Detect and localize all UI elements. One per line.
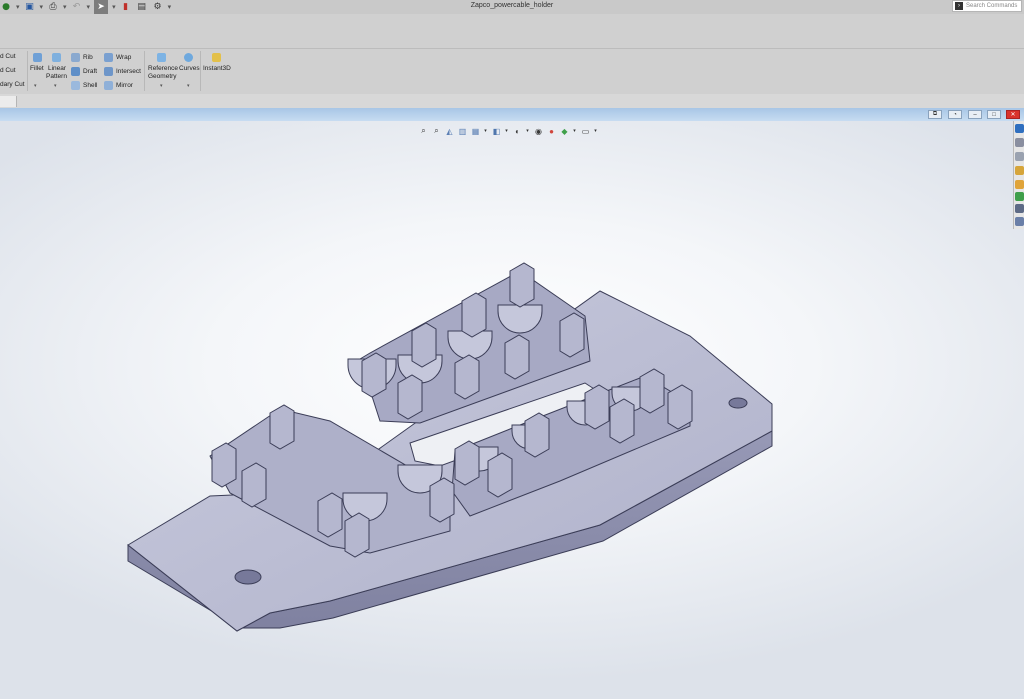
cable-finger [269, 404, 295, 450]
linear-pattern-dropdown-icon[interactable]: ▾ [54, 83, 57, 89]
features-ribbon: d Cut d Cut dary Cut Fillet ▾ Linear Pat… [0, 49, 1024, 95]
search-placeholder: Search Commands [966, 3, 1018, 9]
intersect-icon[interactable] [104, 67, 113, 76]
draft-icon[interactable] [71, 67, 80, 76]
maximize-icon[interactable]: □ [987, 110, 1001, 119]
draft-button[interactable]: Draft [83, 68, 97, 75]
shell-button[interactable]: Shell [83, 82, 97, 89]
reference-geometry-label-2[interactable]: Geometry [148, 73, 177, 80]
ribbon-separator [144, 51, 145, 91]
feature-tree-tab[interactable] [0, 96, 17, 107]
cable-finger [487, 452, 513, 498]
cable-finger [609, 398, 635, 444]
curves-dropdown-icon[interactable]: ▾ [187, 83, 190, 89]
graphics-viewport[interactable]: ⌕ ⌕ ◭ ▥ ▦ ▾ ◧ ▾ ◐ ▾ ◉ ● ◆ ▾ ▭ ▾ [0, 121, 1024, 699]
intersect-button[interactable]: Intersect [116, 68, 141, 75]
command-tabs-band [0, 94, 1024, 109]
fillet-button[interactable]: Fillet [30, 65, 44, 72]
cable-finger [361, 352, 387, 398]
fillet-icon[interactable] [33, 53, 42, 62]
cable-finger [639, 368, 665, 414]
curves-button[interactable]: Curves [179, 65, 200, 72]
ribbon-cut-label-1[interactable]: d Cut [0, 53, 16, 60]
document-window-bar [0, 108, 1024, 121]
shell-icon[interactable] [71, 81, 80, 90]
solidworks-resources-icon[interactable] [1015, 124, 1024, 133]
ribbon-separator [27, 51, 28, 91]
cable-finger [397, 374, 423, 420]
wrap-icon[interactable] [104, 53, 113, 62]
cable-finger [429, 477, 455, 523]
reference-geometry-label-1[interactable]: Reference [148, 65, 178, 72]
mounting-hole [234, 569, 262, 585]
task-pane-tabs [1013, 121, 1024, 229]
cable-finger [461, 292, 487, 338]
part-model[interactable] [0, 121, 1024, 699]
link-view-icon[interactable]: ◔ [948, 110, 962, 119]
rib-button[interactable]: Rib [83, 54, 93, 61]
search-commands-field[interactable]: › Search Commands [952, 0, 1022, 12]
linear-pattern-label-2[interactable]: Pattern [46, 73, 67, 80]
ribbon-cut-label-2[interactable]: d Cut [0, 67, 16, 74]
mirror-icon[interactable] [104, 81, 113, 90]
cable-finger [411, 322, 437, 368]
command-prompt-icon: › [955, 2, 963, 10]
cable-finger [504, 334, 530, 380]
restore-view-icon[interactable]: ⧉ [928, 110, 942, 119]
reference-geometry-dropdown-icon[interactable]: ▾ [160, 83, 163, 89]
home-icon[interactable] [1015, 138, 1024, 147]
fillet-dropdown-icon[interactable]: ▾ [34, 83, 37, 89]
ribbon-separator [200, 51, 201, 91]
linear-pattern-icon[interactable] [52, 53, 61, 62]
mirror-button[interactable]: Mirror [116, 82, 133, 89]
appearances-scenes-icon[interactable] [1015, 192, 1024, 201]
cable-finger [524, 412, 550, 458]
cable-finger [211, 442, 237, 488]
cable-finger [317, 492, 343, 538]
instant3d-button[interactable]: Instant3D [203, 65, 231, 72]
cable-finger [344, 512, 370, 558]
cable-finger [509, 262, 535, 308]
wrap-button[interactable]: Wrap [116, 54, 131, 61]
command-manager-band [0, 14, 1024, 49]
reference-geometry-icon[interactable] [157, 53, 166, 62]
design-library-icon[interactable] [1015, 152, 1024, 161]
cable-finger [454, 354, 480, 400]
instant3d-icon[interactable] [212, 53, 221, 62]
cable-finger [584, 384, 610, 430]
window-title: Zapco_powercable_holder [470, 2, 554, 9]
minimize-icon[interactable]: – [968, 110, 982, 119]
forum-icon[interactable] [1015, 217, 1024, 226]
view-palette-icon[interactable] [1015, 180, 1024, 189]
cable-finger [559, 312, 585, 358]
cable-finger [241, 462, 267, 508]
curves-icon[interactable] [184, 53, 193, 62]
file-explorer-icon[interactable] [1015, 166, 1024, 175]
cable-finger [667, 384, 693, 430]
cable-finger [454, 440, 480, 486]
close-icon[interactable]: ✕ [1006, 110, 1020, 119]
mounting-hole [728, 397, 748, 409]
linear-pattern-label-1[interactable]: Linear [48, 65, 66, 72]
rib-icon[interactable] [71, 53, 80, 62]
custom-properties-icon[interactable] [1015, 204, 1024, 213]
ribbon-boundary-cut-label[interactable]: dary Cut [0, 81, 25, 88]
